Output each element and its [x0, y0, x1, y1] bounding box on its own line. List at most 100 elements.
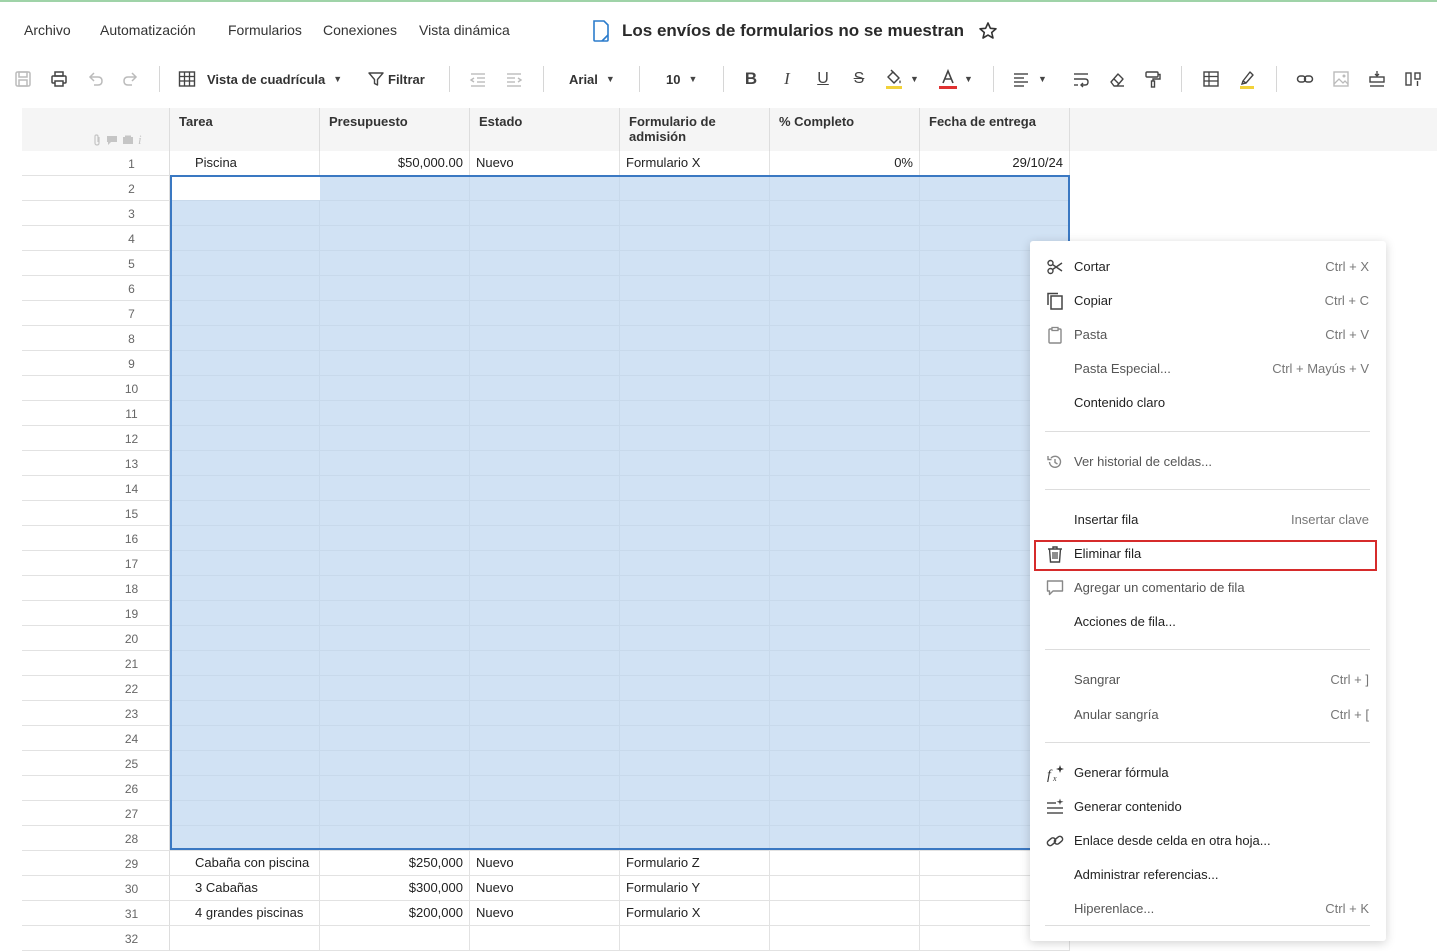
bold-icon[interactable]: B [740, 66, 762, 92]
selection-range[interactable] [170, 175, 1070, 850]
menu-item-contenido-claro[interactable]: Contenido claro [1030, 386, 1386, 420]
table-cell[interactable]: 0% [770, 151, 920, 176]
menu-item-hiperenlace[interactable]: Hiperenlace... Ctrl + K [1030, 892, 1386, 926]
row-number[interactable]: 4 [22, 226, 170, 251]
text-color-button[interactable]: ▼ [938, 66, 978, 92]
menu-item-acciones-de-fila[interactable]: Acciones de fila... [1030, 605, 1386, 639]
table-cell[interactable] [320, 926, 470, 951]
table-cell[interactable]: $300,000 [320, 876, 470, 901]
document-title[interactable]: Los envíos de formularios no se muestran [622, 21, 964, 41]
table-cell[interactable]: Piscina [170, 151, 320, 176]
table-cell[interactable]: $200,000 [320, 901, 470, 926]
menu-item-cortar[interactable]: Cortar Ctrl + X [1030, 250, 1386, 284]
table-cell[interactable]: Nuevo [470, 151, 620, 176]
row-number[interactable]: 5 [22, 251, 170, 276]
undo-icon[interactable] [84, 66, 106, 92]
table-cell[interactable]: Formulario X [620, 901, 770, 926]
row-number[interactable]: 27 [22, 801, 170, 826]
row-number[interactable]: 25 [22, 751, 170, 776]
row-number[interactable]: 7 [22, 301, 170, 326]
row-number[interactable]: 22 [22, 676, 170, 701]
menu-item-administrar-referencias[interactable]: Administrar referencias... [1030, 858, 1386, 892]
menu-conexiones[interactable]: Conexiones [323, 22, 397, 38]
menu-formularios[interactable]: Formularios [228, 22, 302, 38]
row-number[interactable]: 20 [22, 626, 170, 651]
table-cell[interactable] [170, 926, 320, 951]
redo-icon[interactable] [120, 66, 142, 92]
table-format-icon[interactable] [1200, 66, 1222, 92]
table-cell[interactable] [770, 901, 920, 926]
underline-icon[interactable]: U [812, 66, 834, 92]
row-number[interactable]: 19 [22, 601, 170, 626]
menu-archivo[interactable]: Archivo [24, 22, 71, 38]
row-height-icon[interactable] [1366, 66, 1388, 92]
menu-item-eliminar-fila[interactable]: Eliminar fila [1030, 537, 1386, 571]
row-number[interactable]: 1 [22, 151, 170, 176]
table-cell[interactable]: Formulario X [620, 151, 770, 176]
row-number[interactable]: 13 [22, 451, 170, 476]
align-button[interactable]: ▼ [1012, 66, 1054, 92]
column-layout-icon[interactable] [1402, 66, 1424, 92]
format-painter-icon[interactable] [1142, 66, 1164, 92]
row-number[interactable]: 32 [22, 926, 170, 951]
table-cell[interactable]: Formulario Y [620, 876, 770, 901]
menu-item-generar-formula[interactable]: f x Generar fórmula [1030, 756, 1386, 790]
menu-item-pasta-especial[interactable]: Pasta Especial... Ctrl + Mayús + V [1030, 352, 1386, 386]
table-cell[interactable]: Nuevo [470, 901, 620, 926]
row-number[interactable]: 10 [22, 376, 170, 401]
row-number[interactable]: 30 [22, 876, 170, 901]
hyperlink-icon[interactable] [1294, 66, 1316, 92]
menu-vista-dinamica[interactable]: Vista dinámica [419, 22, 510, 38]
row-number[interactable]: 9 [22, 351, 170, 376]
row-number[interactable]: 12 [22, 426, 170, 451]
column-header-formulario[interactable]: Formulario de admisión [620, 108, 770, 151]
table-cell[interactable] [470, 926, 620, 951]
outdent-icon[interactable] [467, 66, 489, 92]
row-number[interactable]: 11 [22, 401, 170, 426]
column-header-estado[interactable]: Estado [470, 108, 620, 151]
row-number[interactable]: 6 [22, 276, 170, 301]
menu-item-sangrar[interactable]: Sangrar Ctrl + ] [1030, 663, 1386, 697]
menu-item-insertar-fila[interactable]: Insertar fila Insertar clave [1030, 503, 1386, 537]
menu-item-pasta[interactable]: Pasta Ctrl + V [1030, 318, 1386, 352]
column-header-presupuesto[interactable]: Presupuesto [320, 108, 470, 151]
highlight-icon[interactable] [1236, 66, 1258, 92]
table-cell[interactable]: Cabaña con piscina [170, 851, 320, 876]
row-number[interactable]: 17 [22, 551, 170, 576]
image-icon[interactable] [1330, 66, 1352, 92]
active-cell[interactable] [172, 177, 320, 200]
wrap-text-icon[interactable] [1070, 66, 1092, 92]
table-cell[interactable] [620, 926, 770, 951]
filter-button[interactable]: Filtrar [367, 66, 429, 92]
row-number[interactable]: 2 [22, 176, 170, 201]
table-cell[interactable]: Nuevo [470, 876, 620, 901]
table-cell[interactable]: 4 grandes piscinas [170, 901, 320, 926]
indent-icon[interactable] [503, 66, 525, 92]
font-family-select[interactable]: Arial ▼ [560, 66, 622, 92]
column-header-tarea[interactable]: Tarea [170, 108, 320, 151]
table-cell[interactable]: $50,000.00 [320, 151, 470, 176]
row-number[interactable]: 3 [22, 201, 170, 226]
italic-icon[interactable]: I [776, 66, 798, 92]
save-icon[interactable] [12, 66, 34, 92]
row-number[interactable]: 15 [22, 501, 170, 526]
menu-item-copiar[interactable]: Copiar Ctrl + C [1030, 284, 1386, 318]
row-number[interactable]: 23 [22, 701, 170, 726]
print-icon[interactable] [48, 66, 70, 92]
row-number[interactable]: 16 [22, 526, 170, 551]
table-cell[interactable] [770, 926, 920, 951]
table-cell[interactable]: $250,000 [320, 851, 470, 876]
row-number[interactable]: 26 [22, 776, 170, 801]
menu-item-agregar-un-comentario-de-fila[interactable]: Agregar un comentario de fila [1030, 571, 1386, 605]
star-favorite-icon[interactable] [978, 21, 998, 41]
row-number[interactable]: 24 [22, 726, 170, 751]
menu-item-ver-historial-de-celdas[interactable]: Ver historial de celdas... [1030, 445, 1386, 479]
row-number[interactable]: 31 [22, 901, 170, 926]
eraser-icon[interactable] [1106, 66, 1128, 92]
row-number[interactable]: 8 [22, 326, 170, 351]
table-cell[interactable] [770, 876, 920, 901]
row-number[interactable]: 18 [22, 576, 170, 601]
menu-automatizacion[interactable]: Automatización [100, 22, 196, 38]
row-number[interactable]: 28 [22, 826, 170, 851]
column-header-completo[interactable]: % Completo [770, 108, 920, 151]
